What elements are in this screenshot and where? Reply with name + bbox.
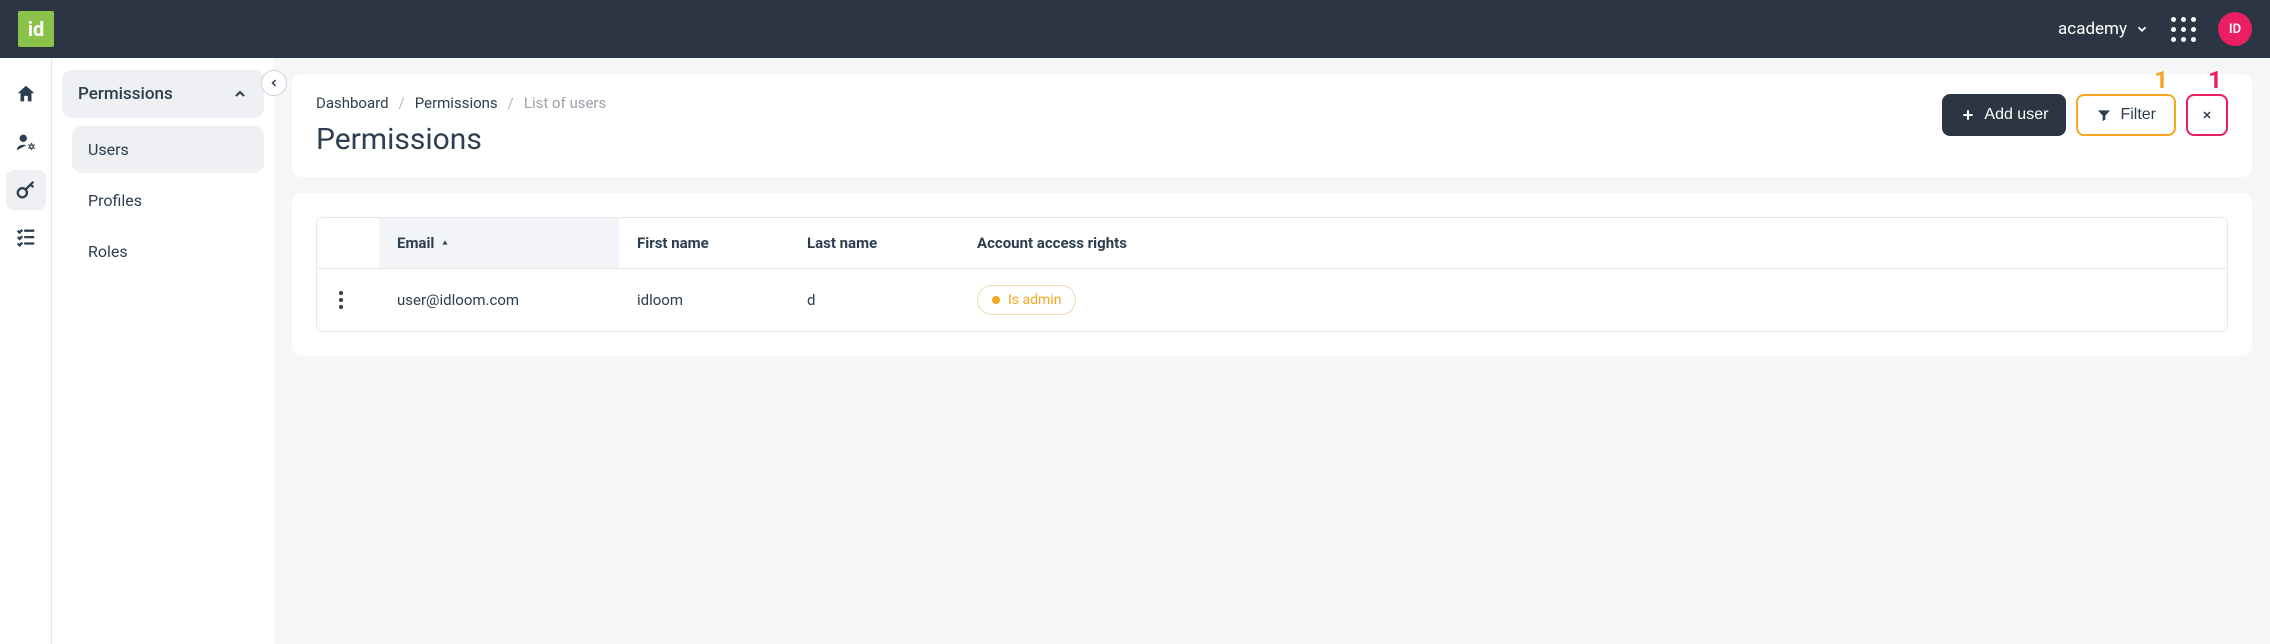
td-actions: [317, 269, 379, 331]
table-card: Email First name Last name Account acces…: [292, 193, 2252, 356]
th-rights[interactable]: Account access rights: [959, 218, 2227, 268]
plus-icon: [1960, 107, 1976, 123]
th-first-name-label: First name: [637, 234, 709, 252]
th-email[interactable]: Email: [379, 218, 619, 268]
users-table: Email First name Last name Account acces…: [316, 217, 2228, 332]
th-first-name[interactable]: First name: [619, 218, 789, 268]
annotation-filter: 1: [2154, 66, 2168, 94]
layout: Permissions Users Profiles Roles Dashboa…: [0, 58, 2270, 644]
chevron-down-icon: [2135, 22, 2149, 36]
avatar-initials: ID: [2229, 22, 2241, 37]
icon-rail: [0, 58, 52, 644]
th-email-label: Email: [397, 234, 434, 252]
chevron-up-icon: [232, 86, 248, 102]
sidebar-item-profiles[interactable]: Profiles: [72, 177, 264, 224]
th-last-name[interactable]: Last name: [789, 218, 959, 268]
rail-item-home[interactable]: [6, 74, 46, 114]
add-user-label: Add user: [1984, 106, 2048, 124]
key-icon: [15, 179, 37, 201]
sidebar-subitems: Users Profiles Roles: [62, 126, 264, 275]
header-actions: Add user 1 Filter 1: [1942, 94, 2228, 136]
rail-item-permissions[interactable]: [6, 170, 46, 210]
sort-asc-icon: [440, 238, 450, 248]
main: Dashboard / Permissions / List of users …: [274, 58, 2270, 644]
topbar: id academy ID: [0, 0, 2270, 58]
th-rights-label: Account access rights: [977, 234, 1127, 252]
td-first-name: idloom: [619, 269, 789, 331]
close-wrapper: 1: [2186, 94, 2228, 136]
filter-icon: [2096, 107, 2112, 123]
rights-badge-label: Is admin: [1008, 292, 1061, 308]
rail-item-list[interactable]: [6, 218, 46, 258]
sidebar-section-permissions[interactable]: Permissions: [62, 70, 264, 118]
sidebar-item-roles[interactable]: Roles: [72, 228, 264, 275]
row-menu-button[interactable]: [335, 287, 347, 313]
add-user-button[interactable]: Add user: [1942, 94, 2066, 136]
breadcrumb-dashboard[interactable]: Dashboard: [316, 94, 389, 112]
th-last-name-label: Last name: [807, 234, 877, 252]
apps-grid-icon[interactable]: [2171, 17, 2196, 42]
rights-badge: Is admin: [977, 285, 1076, 315]
filter-button[interactable]: Filter: [2076, 94, 2176, 136]
sidebar: Permissions Users Profiles Roles: [52, 58, 274, 644]
collapse-sidebar-button[interactable]: [261, 70, 287, 96]
topbar-right: academy ID: [2058, 12, 2252, 46]
page-header-left: Dashboard / Permissions / List of users …: [316, 94, 606, 157]
clear-filter-button[interactable]: [2186, 94, 2228, 136]
td-last-name: d: [789, 269, 959, 331]
td-email: user@idloom.com: [379, 269, 619, 331]
table-header: Email First name Last name Account acces…: [317, 218, 2227, 268]
th-actions: [317, 218, 379, 268]
home-icon: [15, 83, 37, 105]
rail-item-user-settings[interactable]: [6, 122, 46, 162]
page-header: Dashboard / Permissions / List of users …: [292, 74, 2252, 177]
sidebar-item-label: Roles: [88, 242, 128, 261]
td-rights: Is admin: [959, 269, 2227, 331]
logo[interactable]: id: [18, 11, 54, 47]
table-row: user@idloom.com idloom d Is admin: [317, 268, 2227, 331]
list-check-icon: [15, 227, 37, 249]
breadcrumb-current: List of users: [524, 94, 606, 112]
breadcrumb: Dashboard / Permissions / List of users: [316, 94, 606, 112]
user-gear-icon: [15, 131, 37, 153]
close-icon: [2201, 109, 2213, 121]
sidebar-item-label: Profiles: [88, 191, 142, 210]
filter-label: Filter: [2120, 106, 2156, 124]
chevron-left-icon: [268, 77, 280, 89]
logo-text: id: [28, 17, 45, 41]
filter-wrapper: 1 Filter: [2076, 94, 2176, 136]
page-title: Permissions: [316, 122, 606, 157]
account-label: academy: [2058, 19, 2127, 39]
annotation-close: 1: [2208, 66, 2222, 94]
sidebar-section-label: Permissions: [78, 84, 173, 104]
badge-dot-icon: [992, 296, 1000, 304]
breadcrumb-separator: /: [399, 94, 405, 112]
account-dropdown[interactable]: academy: [2058, 19, 2149, 39]
breadcrumb-separator: /: [508, 94, 514, 112]
sidebar-item-label: Users: [88, 140, 129, 159]
breadcrumb-permissions[interactable]: Permissions: [415, 94, 498, 112]
avatar[interactable]: ID: [2218, 12, 2252, 46]
sidebar-item-users[interactable]: Users: [72, 126, 264, 173]
